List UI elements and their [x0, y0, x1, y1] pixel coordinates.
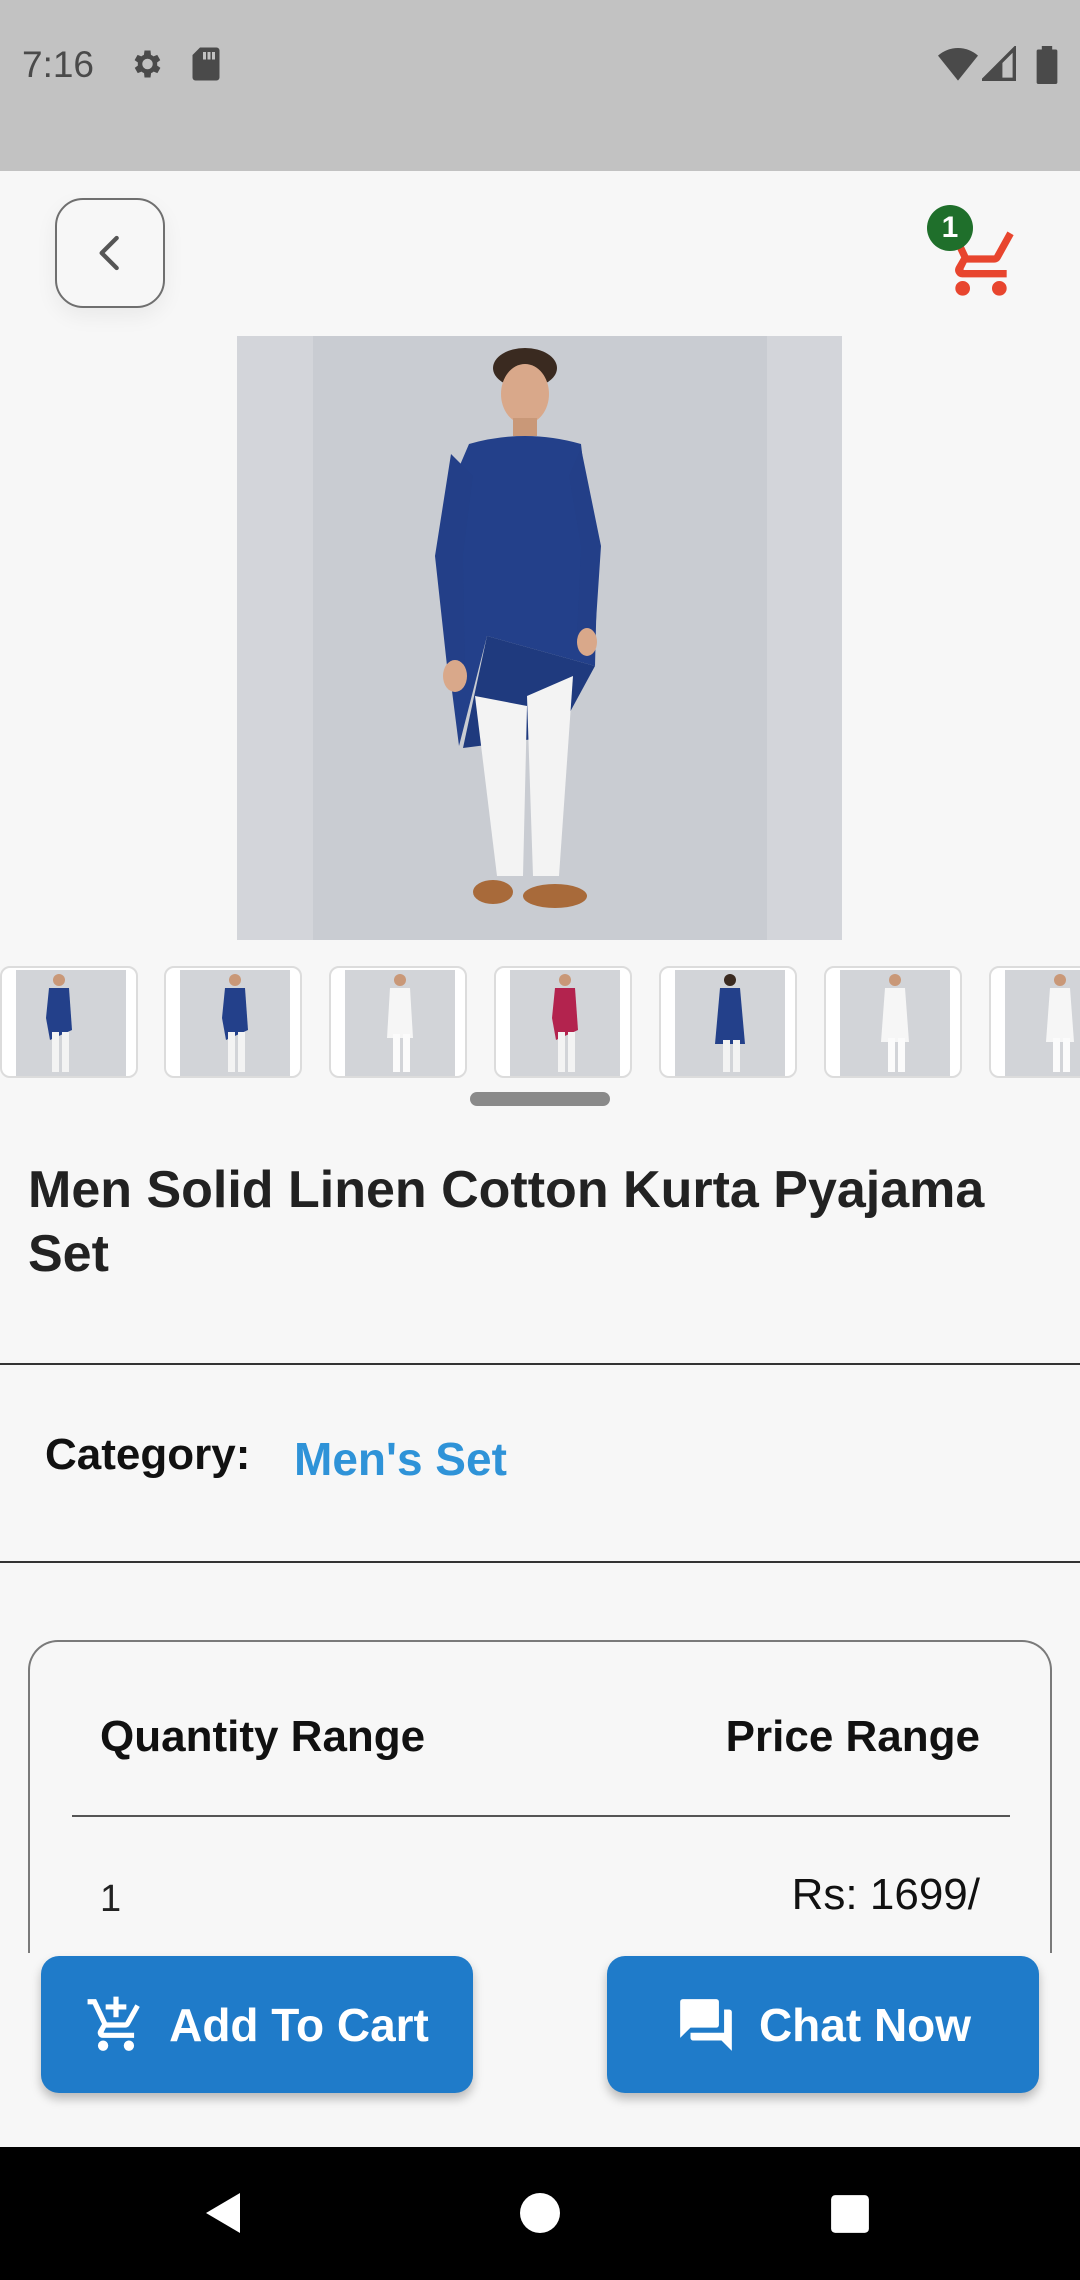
cart-count-badge: 1 [927, 205, 973, 251]
quantity-range-header: Quantity Range [100, 1712, 426, 1761]
divider [0, 1363, 1080, 1365]
table-row-price: Rs: 1699/ [791, 1870, 980, 1919]
back-triangle-icon[interactable] [204, 2191, 244, 2235]
thumbnail-3[interactable] [329, 966, 467, 1078]
thumbnail-7[interactable] [989, 966, 1080, 1078]
product-main-image[interactable] [237, 336, 842, 940]
thumbnail-4[interactable] [494, 966, 632, 1078]
price-range-table: Quantity Range Price Range 1 Rs: 1699/ [28, 1640, 1052, 1970]
wifi-icon [938, 46, 978, 87]
chat-bubbles-icon [680, 1998, 732, 2051]
thumbnail-2[interactable] [164, 966, 302, 1078]
chat-now-button[interactable]: Chat Now [607, 1956, 1039, 2093]
thumbnail-6[interactable] [824, 966, 962, 1078]
cart-button[interactable]: 1 [925, 205, 1025, 305]
sd-card-icon [190, 46, 222, 87]
chevron-left-icon [99, 235, 119, 271]
thumbnail-strip [0, 966, 1080, 1080]
home-circle-icon[interactable] [518, 2191, 562, 2235]
product-title: Men Solid Linen Cotton Kurta Pyajama Set [28, 1161, 985, 1283]
add-shopping-cart-icon [87, 1996, 140, 2051]
sheet-drag-handle[interactable] [470, 1092, 610, 1106]
category-label: Category: [45, 1430, 251, 1479]
table-divider [72, 1815, 1010, 1817]
divider [0, 1561, 1080, 1563]
add-to-cart-button[interactable]: Add To Cart [41, 1956, 473, 2093]
signal-icon [979, 44, 1016, 87]
battery-icon [1036, 46, 1058, 89]
back-button[interactable] [55, 198, 165, 308]
status-bar: 7:16 [0, 0, 1080, 171]
system-navigation-bar [0, 2147, 1080, 2280]
thumbnail-5[interactable] [659, 966, 797, 1078]
price-range-header: Price Range [725, 1712, 980, 1761]
thumbnail-1[interactable] [0, 966, 138, 1078]
product-detail-screen: 7:16 1 Men Solid Linen Cotton Kurta Pyaj… [0, 0, 1080, 2280]
category-link[interactable]: Men's Set [294, 1432, 507, 1486]
add-to-cart-label: Add To Cart [169, 1998, 429, 2051]
table-row-quantity: 1 [100, 1878, 122, 1920]
recents-square-icon[interactable] [829, 2193, 871, 2235]
status-time: 7:16 [22, 44, 95, 85]
chat-now-label: Chat Now [758, 1998, 972, 2051]
gear-icon [128, 46, 164, 87]
